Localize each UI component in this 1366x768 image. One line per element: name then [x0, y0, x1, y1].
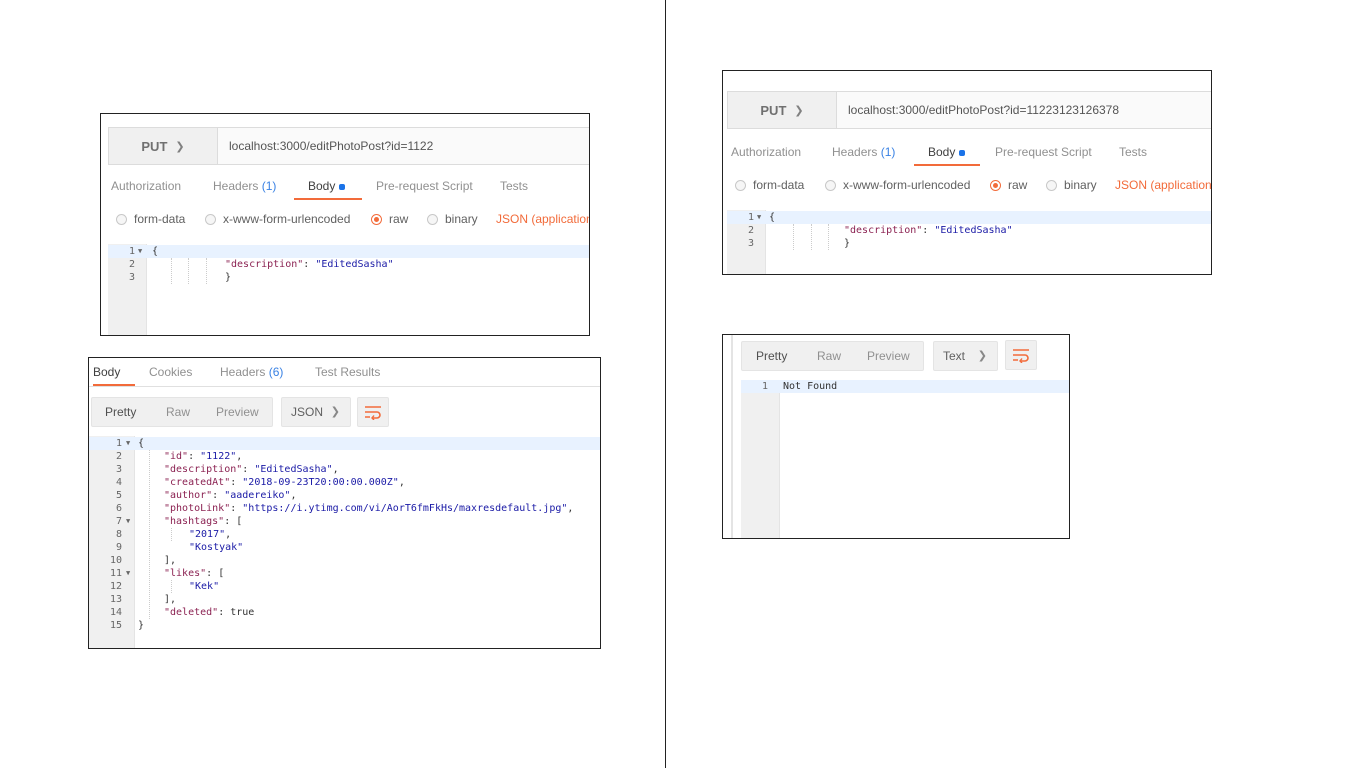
fold-arrow-icon[interactable]: ▼ — [138, 245, 142, 258]
tab-response-body[interactable]: Body — [93, 358, 135, 386]
body-mode-options: form-data x-www-form-urlencoded raw bina… — [723, 178, 1211, 196]
code-line: 2 "description": "EditedSasha" — [747, 225, 1013, 236]
request-panel-left: PUT ❯ localhost:3000/editPhotoPost?id=11… — [100, 113, 590, 336]
radio-icon — [427, 213, 438, 225]
url-input[interactable]: localhost:3000/editPhotoPost?id=1122 — [229, 128, 433, 164]
radio-raw[interactable]: raw — [990, 178, 1027, 192]
tab-cookies[interactable]: Cookies — [149, 358, 192, 386]
tab-test-results[interactable]: Test Results — [315, 358, 380, 386]
format-select[interactable]: Text ❯ — [933, 341, 998, 371]
chevron-down-icon: ❯ — [330, 406, 340, 418]
code-line: 10], — [109, 555, 177, 566]
wrap-icon — [365, 406, 381, 420]
code-line: 1 ▼{ — [108, 245, 589, 258]
radio-raw[interactable]: raw — [371, 212, 408, 226]
code-line: 13], — [109, 594, 177, 605]
method-select[interactable]: PUT ❯ — [728, 92, 837, 128]
chevron-down-icon: ❯ — [175, 140, 185, 153]
code-line: 8 "2017", — [115, 529, 232, 540]
code-line: 9 "Kostyak" — [115, 542, 244, 553]
radio-icon — [1046, 179, 1057, 191]
code-line: 11 ▼ "likes": [ — [109, 568, 225, 579]
tab-pre-request-script[interactable]: Pre-request Script — [376, 174, 473, 200]
code-line: 3} — [747, 238, 851, 249]
code-line: 5 "author": "aadereiko", — [115, 490, 297, 501]
url-bar: PUT ❯ localhost:3000/editPhotoPost?id=11… — [727, 91, 1211, 129]
response-tabs: Body Cookies Headers (6) Test Results — [89, 358, 600, 387]
radio-icon — [116, 213, 127, 225]
radio-icon — [735, 179, 746, 191]
response-body-viewer: 1 ▼{ 2 "id": "1122", 3 "description": "Edit… — [89, 436, 600, 648]
radio-binary[interactable]: binary — [1046, 178, 1097, 192]
fold-arrow-icon[interactable]: ▼ — [757, 211, 761, 224]
page-divider — [665, 0, 666, 768]
tab-headers[interactable]: Headers (1) — [213, 174, 276, 200]
request-tabs: Authorization Headers (1) Body Pre-reque… — [101, 174, 589, 200]
code-line: 1 Not Found — [741, 380, 1069, 393]
code-line: 2 "id": "1122", — [115, 451, 243, 462]
url-bar: PUT ❯ localhost:3000/editPhotoPost?id=11… — [108, 127, 589, 165]
content-type-dropdown[interactable]: JSON (application/ — [496, 212, 589, 226]
tab-body[interactable]: Body — [914, 140, 980, 166]
code-line: 1 ▼{ — [89, 437, 600, 450]
tab-tests[interactable]: Tests — [500, 174, 528, 200]
view-preview[interactable]: Preview — [216, 398, 259, 426]
line-gutter — [741, 380, 780, 538]
code-line: 3 "description": "EditedSasha", — [115, 464, 339, 475]
response-panel-left: Body Cookies Headers (6) Test Results Pr… — [88, 357, 601, 649]
tab-response-headers[interactable]: Headers (6) — [220, 358, 283, 386]
code-line: 15} — [109, 620, 145, 631]
code-line: 14 "deleted": true — [109, 607, 255, 618]
tab-authorization[interactable]: Authorization — [111, 174, 181, 200]
request-tabs: Authorization Headers (1) Body Pre-reque… — [723, 140, 1211, 166]
code-line: 2 "description": "EditedSasha" — [128, 259, 394, 270]
format-select[interactable]: JSON ❯ — [281, 397, 351, 427]
view-mode-toggle: Pretty Raw Preview — [91, 397, 273, 427]
view-pretty[interactable]: Pretty — [105, 398, 136, 426]
view-preview[interactable]: Preview — [867, 342, 910, 370]
tab-body[interactable]: Body — [294, 174, 362, 200]
content-type-dropdown[interactable]: JSON (application/ — [1115, 178, 1211, 192]
view-pretty[interactable]: Pretty — [756, 342, 787, 370]
modified-dot-icon — [959, 149, 966, 156]
view-raw[interactable]: Raw — [817, 342, 841, 370]
request-body-editor[interactable]: 1 ▼{ 2 "description": "EditedSasha" 3} — [727, 210, 1211, 274]
request-panel-right: PUT ❯ localhost:3000/editPhotoPost?id=11… — [722, 70, 1212, 275]
response-body-viewer: 1 Not Found — [741, 380, 1069, 538]
code-line: 6 "photoLink": "https://i.ytimg.com/vi/Ao… — [115, 503, 574, 514]
radio-urlencoded[interactable]: x-www-form-urlencoded — [825, 178, 970, 192]
tab-authorization[interactable]: Authorization — [731, 140, 801, 166]
body-mode-options: form-data x-www-form-urlencoded raw bina… — [101, 212, 589, 230]
method-select[interactable]: PUT ❯ — [109, 128, 218, 164]
code-line: 4 "createdAt": "2018-09-23T20:00:00.000Z"… — [115, 477, 405, 488]
radio-binary[interactable]: binary — [427, 212, 478, 226]
code-line: 1 ▼{ — [727, 211, 1211, 224]
radio-form-data[interactable]: form-data — [116, 212, 185, 226]
tab-pre-request-script[interactable]: Pre-request Script — [995, 140, 1092, 166]
code-line: 12 "Kek" — [109, 581, 220, 592]
response-panel-right: Pretty Raw Preview Text ❯ 1 Not Found — [722, 334, 1070, 539]
chevron-down-icon: ❯ — [794, 104, 804, 117]
modified-dot-icon — [339, 183, 346, 190]
view-mode-toggle: Pretty Raw Preview — [741, 341, 924, 371]
radio-selected-icon — [990, 179, 1001, 191]
request-body-editor[interactable]: 1 ▼{ 2 "description": "EditedSasha" 3} — [108, 244, 589, 335]
code-line: 3} — [128, 272, 232, 283]
radio-urlencoded[interactable]: x-www-form-urlencoded — [205, 212, 350, 226]
url-input[interactable]: localhost:3000/editPhotoPost?id=11223123… — [848, 92, 1119, 128]
panel-left-edge — [731, 335, 733, 538]
wrap-lines-button[interactable] — [1005, 340, 1037, 370]
code-line: 7 ▼ "hashtags": [ — [115, 516, 243, 527]
radio-form-data[interactable]: form-data — [735, 178, 804, 192]
radio-selected-icon — [371, 213, 382, 225]
radio-icon — [825, 179, 836, 191]
wrap-lines-button[interactable] — [357, 397, 389, 427]
chevron-down-icon: ❯ — [977, 350, 987, 362]
view-raw[interactable]: Raw — [166, 398, 190, 426]
wrap-icon — [1013, 349, 1029, 363]
tab-tests[interactable]: Tests — [1119, 140, 1147, 166]
radio-icon — [205, 213, 216, 225]
tab-headers[interactable]: Headers (1) — [832, 140, 895, 166]
